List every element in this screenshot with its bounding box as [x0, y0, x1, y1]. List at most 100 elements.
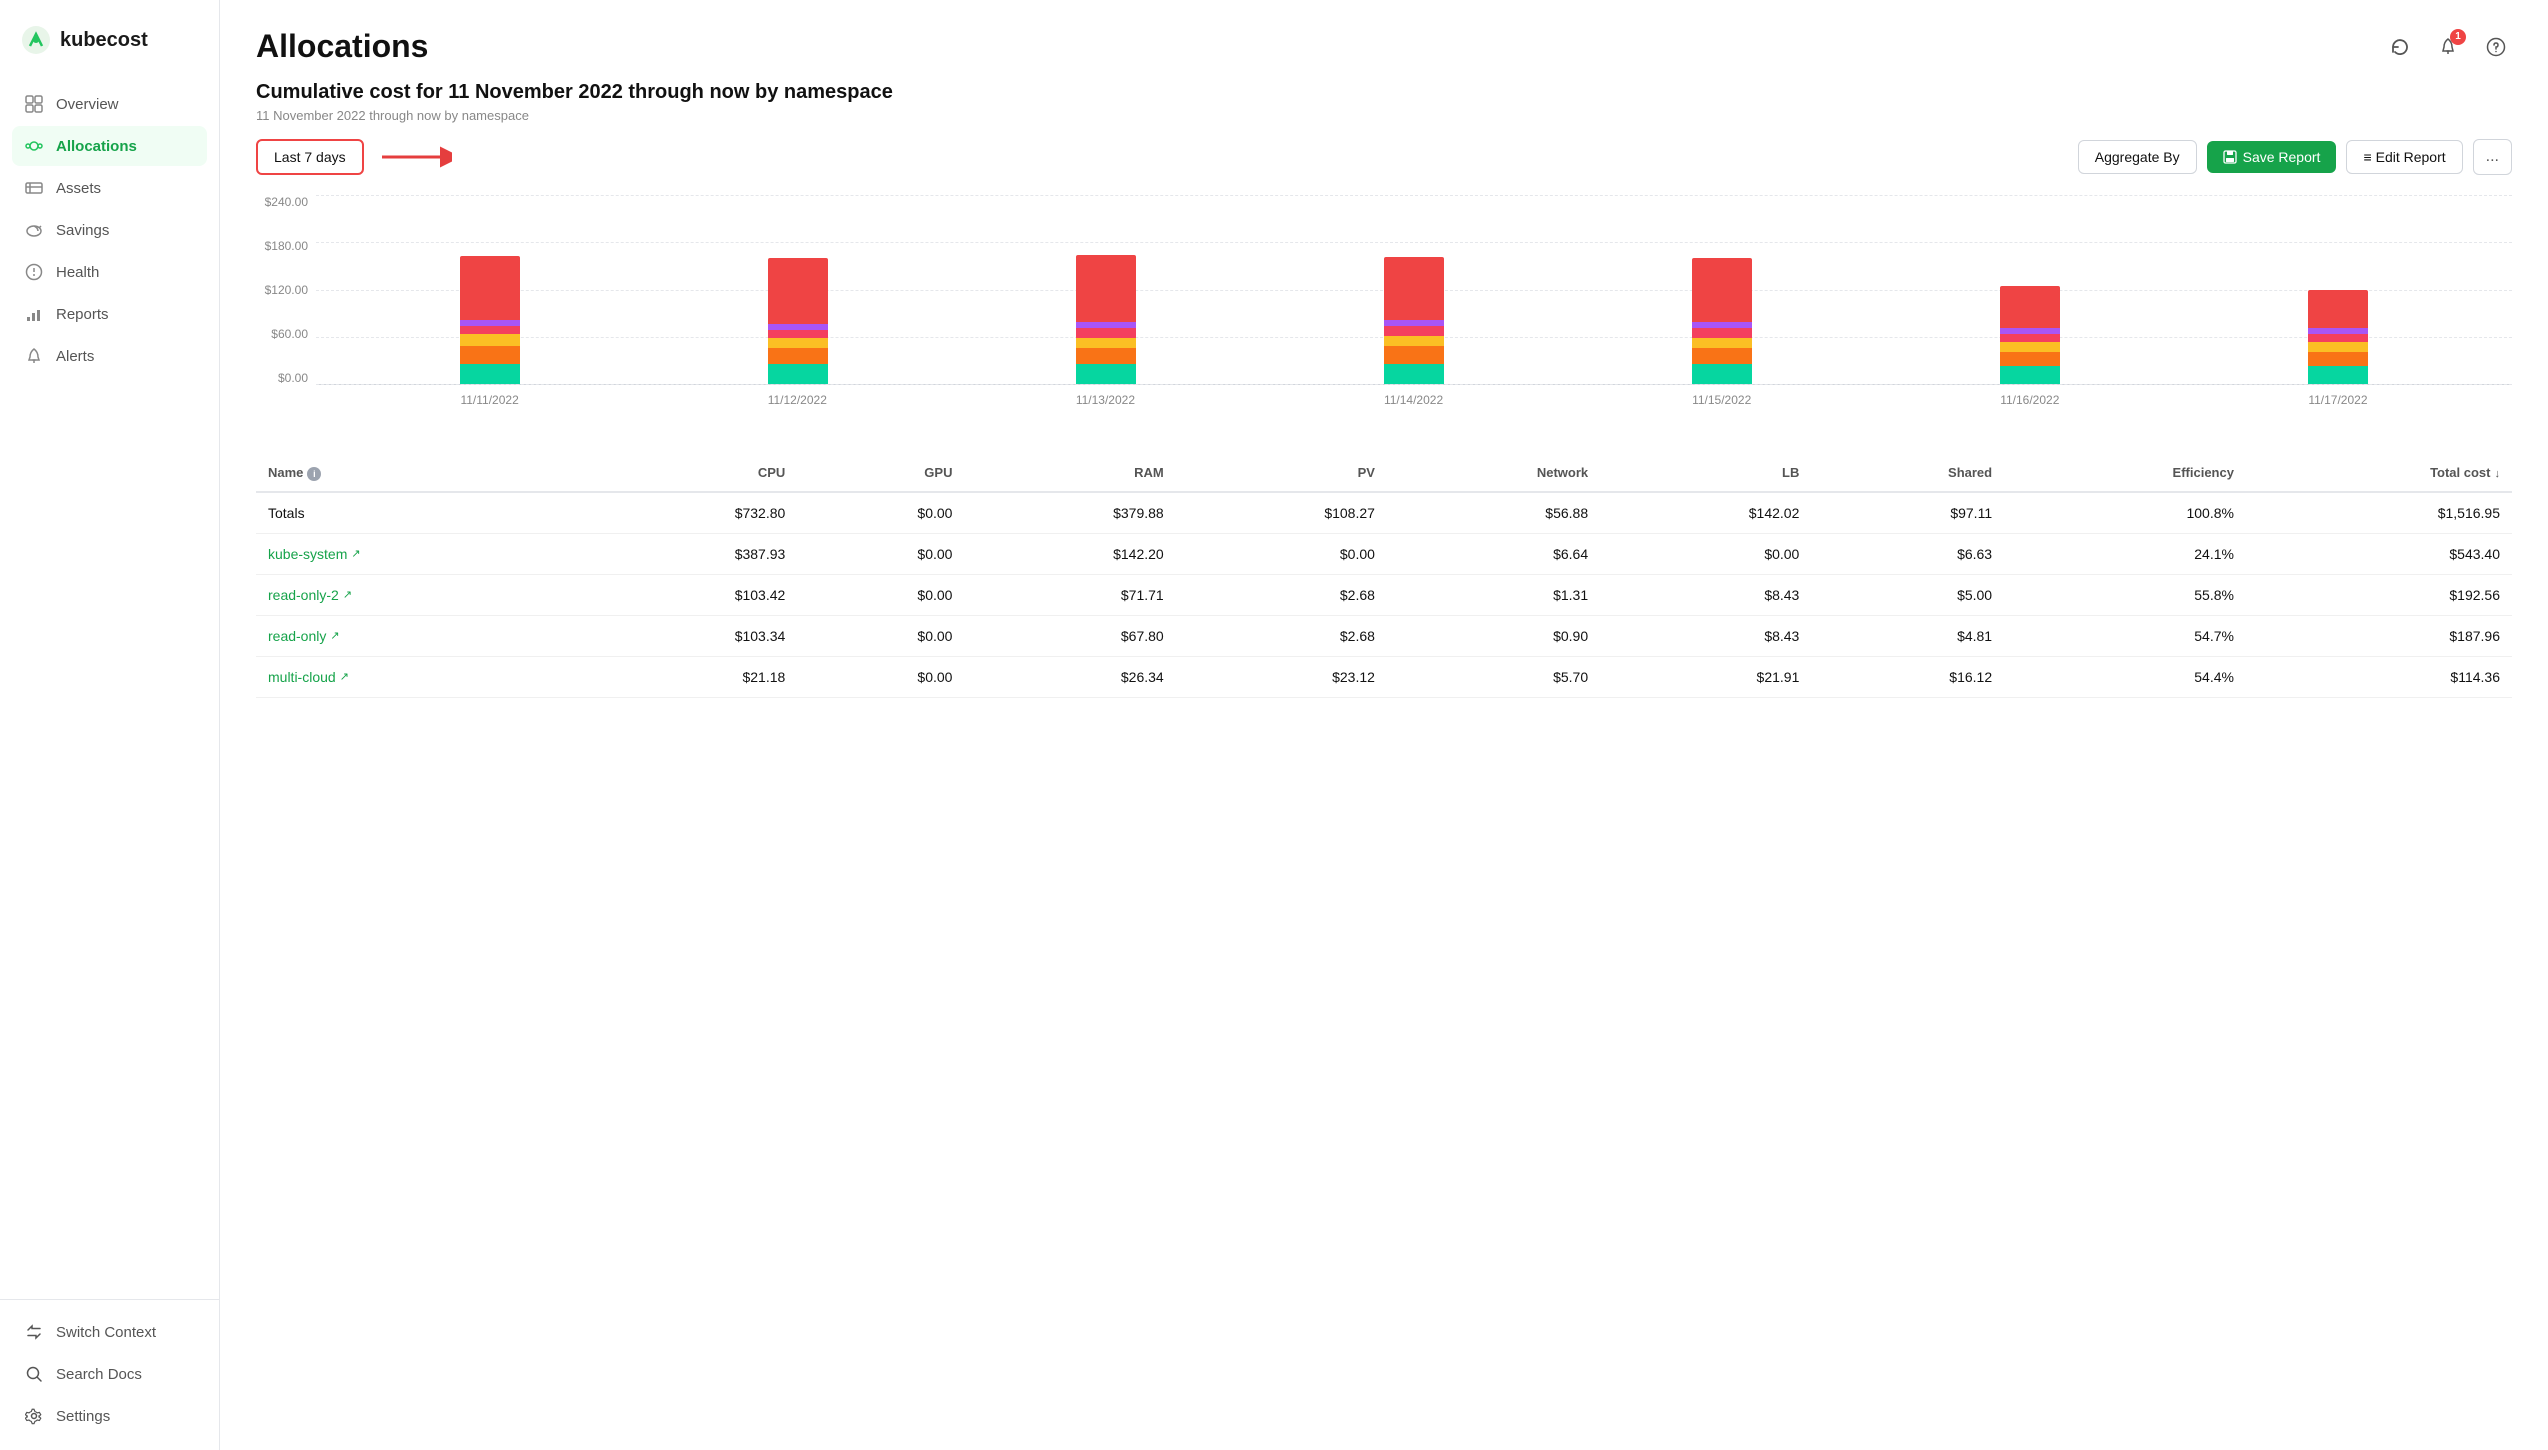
refresh-button[interactable] [2384, 31, 2416, 63]
sidebar-item-reports[interactable]: Reports [12, 294, 207, 334]
bar-segment [1384, 257, 1444, 320]
sidebar-item-alerts[interactable]: Alerts [12, 336, 207, 376]
table-header-ram: RAM [964, 455, 1175, 492]
cell-pv: $2.68 [1176, 615, 1387, 656]
cell-pv: $108.27 [1176, 492, 1387, 534]
cell-efficiency: 100.8% [2004, 492, 2246, 534]
app-logo: kubecost [0, 0, 219, 76]
bar-stack [1692, 258, 1752, 384]
cell-gpu: $0.00 [797, 615, 964, 656]
page-title: Allocations [256, 28, 428, 65]
row-link[interactable]: multi-cloud ↗ [268, 669, 574, 685]
bar-stack [1076, 255, 1136, 384]
aggregate-by-button[interactable]: Aggregate By [2078, 140, 2197, 174]
notifications-button[interactable]: 1 [2432, 31, 2464, 63]
bar-segment [1692, 258, 1752, 322]
row-link[interactable]: read-only-2 ↗ [268, 587, 574, 603]
cell-cpu: $103.34 [586, 615, 797, 656]
sidebar-item-assets[interactable]: Assets [12, 168, 207, 208]
cell-cpu: $103.42 [586, 574, 797, 615]
cell-network: $0.90 [1387, 615, 1600, 656]
cell-lb: $8.43 [1600, 574, 1811, 615]
sort-arrow: ↓ [2495, 468, 2501, 480]
sidebar-item-assets-label: Assets [56, 180, 101, 197]
bar-segment [1384, 336, 1444, 346]
sidebar-item-settings[interactable]: Settings [12, 1396, 207, 1436]
row-link[interactable]: read-only ↗ [268, 628, 574, 644]
info-icon: i [307, 467, 321, 481]
bar-segment [2000, 342, 2060, 352]
sidebar-item-search-docs[interactable]: Search Docs [12, 1354, 207, 1394]
chart-container: $240.00$180.00$120.00$60.00$0.00 11/11/2… [256, 195, 2512, 415]
bar-stack [2308, 290, 2368, 384]
cell-name[interactable]: read-only ↗ [256, 615, 586, 656]
sidebar-bottom: Switch Context Search Docs Settings [0, 1299, 219, 1450]
bar-segment [2000, 366, 2060, 384]
bar-segment [2308, 366, 2368, 384]
cell-cpu: $387.93 [586, 533, 797, 574]
bar-segment [460, 256, 520, 320]
bar-stack [2000, 286, 2060, 384]
cell-name[interactable]: read-only-2 ↗ [256, 574, 586, 615]
bar-segment [768, 258, 828, 324]
sidebar-item-savings-label: Savings [56, 222, 109, 239]
edit-report-button[interactable]: ≡Edit Report [2346, 140, 2462, 174]
x-axis-label: 11/14/2022 [1384, 393, 1443, 407]
sidebar-item-overview[interactable]: Overview [12, 84, 207, 124]
bar-segment [460, 364, 520, 384]
more-options-button[interactable]: ... [2473, 139, 2512, 175]
sidebar-item-allocations[interactable]: Allocations [12, 126, 207, 166]
help-button[interactable] [2480, 31, 2512, 63]
bar-group [1076, 255, 1136, 384]
bar-segment [460, 334, 520, 346]
bar-group [1384, 257, 1444, 384]
sidebar-item-health[interactable]: Health [12, 252, 207, 292]
sidebar-item-settings-label: Settings [56, 1408, 110, 1425]
health-icon [24, 262, 44, 282]
y-axis-label: $0.00 [278, 371, 308, 385]
y-axis-label: $180.00 [265, 239, 308, 253]
table-row: read-only ↗ $103.34$0.00$67.80$2.68$0.90$… [256, 615, 2512, 656]
annotation-arrow [372, 143, 452, 171]
external-link-icon: ↗ [343, 588, 352, 601]
cell-lb: $21.91 [1600, 656, 1811, 697]
y-axis-label: $240.00 [265, 195, 308, 209]
cell-name[interactable]: kube-system ↗ [256, 533, 586, 574]
x-axis-label: 11/12/2022 [768, 393, 827, 407]
app-name: kubecost [60, 29, 148, 52]
table-header-total_cost[interactable]: Total cost↓ [2246, 455, 2512, 492]
bar-stack [768, 258, 828, 384]
sidebar-item-health-label: Health [56, 264, 99, 281]
sidebar-item-savings[interactable]: Savings [12, 210, 207, 250]
cell-shared: $6.63 [1811, 533, 2004, 574]
cell-name[interactable]: multi-cloud ↗ [256, 656, 586, 697]
bar-segment [2308, 352, 2368, 366]
sidebar-item-switch-context[interactable]: Switch Context [12, 1312, 207, 1352]
cell-total_cost: $543.40 [2246, 533, 2512, 574]
bars-container [316, 195, 2512, 384]
assets-icon [24, 178, 44, 198]
bar-segment [1076, 328, 1136, 338]
cell-lb: $8.43 [1600, 615, 1811, 656]
date-range-button[interactable]: Last 7 days [256, 139, 364, 175]
row-link[interactable]: kube-system ↗ [268, 546, 574, 562]
save-report-button[interactable]: Save Report [2207, 141, 2337, 173]
external-link-icon: ↗ [351, 547, 360, 560]
sidebar-item-switch-context-label: Switch Context [56, 1324, 156, 1341]
allocations-table: NameiCPUGPURAMPVNetworkLBSharedEfficienc… [256, 455, 2512, 698]
switch-context-icon [24, 1322, 44, 1342]
x-axis-label: 11/17/2022 [2308, 393, 2367, 407]
chart-subtitle: 11 November 2022 through now by namespac… [256, 108, 2512, 123]
chart-y-axis: $240.00$180.00$120.00$60.00$0.00 [256, 195, 316, 385]
cell-ram: $142.20 [964, 533, 1175, 574]
bar-segment [460, 346, 520, 364]
cell-total_cost: $114.36 [2246, 656, 2512, 697]
cell-network: $1.31 [1387, 574, 1600, 615]
y-axis-label: $60.00 [271, 327, 308, 341]
bar-segment [2000, 352, 2060, 366]
table-header: NameiCPUGPURAMPVNetworkLBSharedEfficienc… [256, 455, 2512, 492]
cell-ram: $67.80 [964, 615, 1175, 656]
table-row: kube-system ↗$387.93$0.00$142.20$0.00$6.… [256, 533, 2512, 574]
sidebar-item-allocations-label: Allocations [56, 138, 137, 155]
date-range-section: Last 7 days [256, 139, 452, 175]
